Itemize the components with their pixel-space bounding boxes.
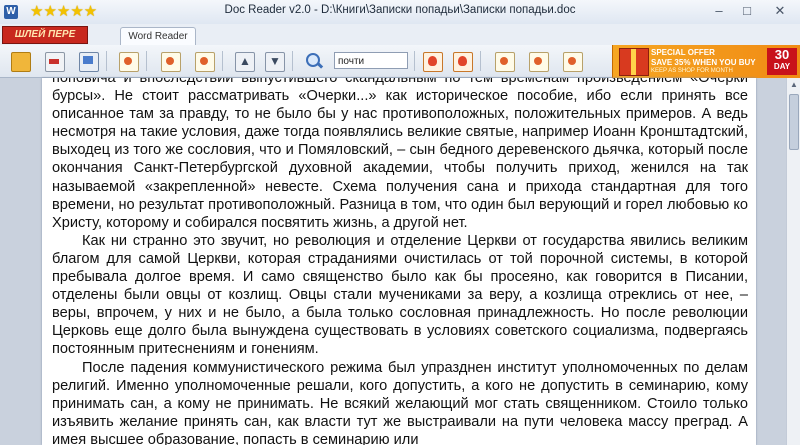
document-icon: [529, 52, 549, 72]
document-page: поповича и впоследствии выпустившего ска…: [42, 78, 756, 445]
app-logo: ШЛЕЙ ПЕРЕ: [2, 26, 88, 44]
scrollbar-thumb[interactable]: [789, 94, 799, 150]
toolbar-separator: [414, 51, 415, 71]
toolbar-separator: [480, 51, 481, 71]
tab-strip: ШЛЕЙ ПЕРЕ Word Reader: [0, 24, 800, 46]
tab-word-reader[interactable]: Word Reader: [120, 27, 196, 46]
fire-icon: [423, 52, 443, 72]
arrow-down-icon: ▼: [265, 52, 285, 72]
fullscreen-button[interactable]: [76, 49, 100, 73]
zoom-icon: [305, 52, 323, 70]
window-title: Doc Reader v2.0 - D:\Книги\Записки попад…: [224, 4, 576, 16]
ad-headline: SPECIAL OFFER: [651, 48, 715, 57]
ad-banner[interactable]: SPECIAL OFFER SAVE 35% WHEN YOU BUY KEEP…: [612, 45, 800, 78]
document-icon: [119, 52, 139, 72]
title-bar: W ★★★★★ Doc Reader v2.0 - D:\Книги\Запис…: [0, 0, 800, 25]
toolbar-separator: [292, 51, 293, 71]
open-button[interactable]: [8, 49, 32, 73]
search-input[interactable]: почти: [334, 52, 408, 69]
document-button[interactable]: [560, 49, 584, 73]
screen-icon: [79, 52, 99, 72]
document-icon: [161, 52, 181, 72]
next-page-button[interactable]: ▼: [262, 49, 286, 73]
document-text: поповича и впоследствии выпустившего ска…: [52, 78, 748, 445]
document-button[interactable]: [158, 49, 182, 73]
maximize-button[interactable]: □: [736, 2, 758, 20]
minimize-button[interactable]: –: [708, 2, 730, 20]
ad-offer: SAVE 35% WHEN YOU BUY: [651, 58, 756, 67]
paragraph: После падения коммунистического режима б…: [52, 359, 748, 445]
print-icon: [45, 52, 65, 72]
gift-icon: [619, 48, 649, 76]
close-button[interactable]: ✕: [764, 2, 796, 20]
toolbar-separator: [146, 51, 147, 71]
window-controls: – □ ✕: [708, 2, 796, 20]
ad-badge-number: 30: [774, 47, 790, 62]
ad-subtext: KEEP AS SHOP FOR MONTH: [651, 68, 733, 74]
arrow-up-icon: ▲: [235, 52, 255, 72]
document-button[interactable]: [492, 49, 516, 73]
document-icon: [563, 52, 583, 72]
print-button[interactable]: [42, 49, 66, 73]
document-button[interactable]: [526, 49, 550, 73]
document-button[interactable]: [116, 49, 140, 73]
vertical-scrollbar[interactable]: ▲: [786, 78, 800, 445]
document-button[interactable]: [192, 49, 216, 73]
scroll-up-icon[interactable]: ▲: [789, 80, 799, 90]
ad-day-badge: 30 DAY: [767, 48, 797, 75]
document-icon: [195, 52, 215, 72]
paragraph: поповича и впоследствии выпустившего ска…: [52, 78, 748, 231]
toolbar-separator: [106, 51, 107, 71]
previous-page-button[interactable]: ▲: [232, 49, 256, 73]
search-button[interactable]: [302, 49, 326, 73]
document-area: поповича и впоследствии выпустившего ска…: [0, 78, 786, 445]
paragraph: Как ни странно это звучит, но революция …: [52, 232, 748, 358]
find-next-button[interactable]: [450, 49, 474, 73]
find-previous-button[interactable]: [420, 49, 444, 73]
ad-badge-label: DAY: [773, 62, 791, 71]
folder-open-icon: [11, 52, 31, 72]
toolbar-separator: [222, 51, 223, 71]
fire-icon: [453, 52, 473, 72]
document-icon: [495, 52, 515, 72]
